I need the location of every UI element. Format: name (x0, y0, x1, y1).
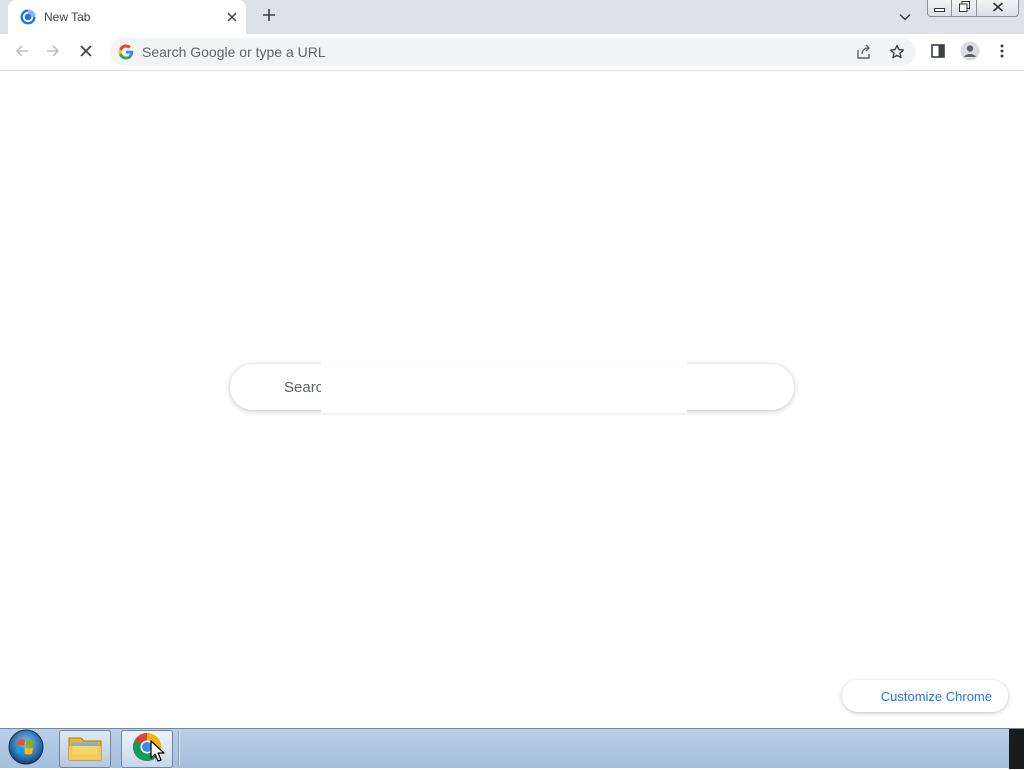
close-icon[interactable] (224, 9, 240, 25)
restore-button[interactable] (952, 0, 977, 17)
new-tab-page: Searc Customize Chrome (0, 71, 1024, 728)
close-icon (992, 0, 1004, 17)
minimize-icon (934, 0, 945, 17)
loading-overlay (321, 361, 687, 413)
minimize-button[interactable] (927, 0, 952, 17)
window-controls (927, 0, 1019, 18)
back-button[interactable] (9, 40, 35, 66)
kebab-menu-icon (1000, 44, 1004, 63)
mouse-cursor-icon (150, 740, 166, 764)
ntp-search-placeholder: Searc (284, 379, 324, 396)
windows-start-icon (8, 729, 44, 770)
stop-button[interactable] (73, 40, 99, 66)
stop-icon (79, 44, 93, 63)
chromium-favicon-icon (20, 9, 36, 25)
taskbar-explorer-button[interactable] (59, 730, 111, 768)
side-panel-icon (931, 43, 945, 63)
share-icon[interactable] (855, 43, 873, 61)
tab-strip: New Tab (0, 0, 1024, 34)
star-icon[interactable] (888, 43, 906, 61)
tab-new-tab[interactable]: New Tab (8, 0, 246, 34)
google-g-icon (118, 44, 134, 60)
restore-icon (958, 0, 970, 17)
omnibox[interactable] (110, 38, 916, 66)
address-bar-input[interactable] (140, 38, 840, 66)
show-desktop-button[interactable] (1009, 729, 1024, 769)
side-panel-button[interactable] (925, 40, 951, 66)
taskbar-separator (178, 731, 180, 767)
tab-search-button[interactable] (895, 8, 915, 26)
back-arrow-icon (14, 43, 30, 64)
chrome-menu-button[interactable] (989, 40, 1015, 66)
window-close-button[interactable] (977, 0, 1019, 17)
profile-icon (960, 41, 980, 66)
tab-title: New Tab (44, 10, 91, 24)
profile-button[interactable] (957, 40, 983, 66)
new-tab-button[interactable] (258, 6, 280, 28)
browser-toolbar (0, 34, 1024, 71)
start-button[interactable] (6, 729, 46, 770)
plus-icon (262, 8, 276, 27)
explorer-icon (67, 732, 103, 767)
customize-chrome-label: Customize Chrome (880, 688, 992, 704)
forward-arrow-icon (45, 43, 61, 64)
customize-chrome-button[interactable]: Customize Chrome (842, 680, 1008, 712)
forward-button[interactable] (40, 40, 66, 66)
chevron-down-icon (899, 8, 911, 26)
